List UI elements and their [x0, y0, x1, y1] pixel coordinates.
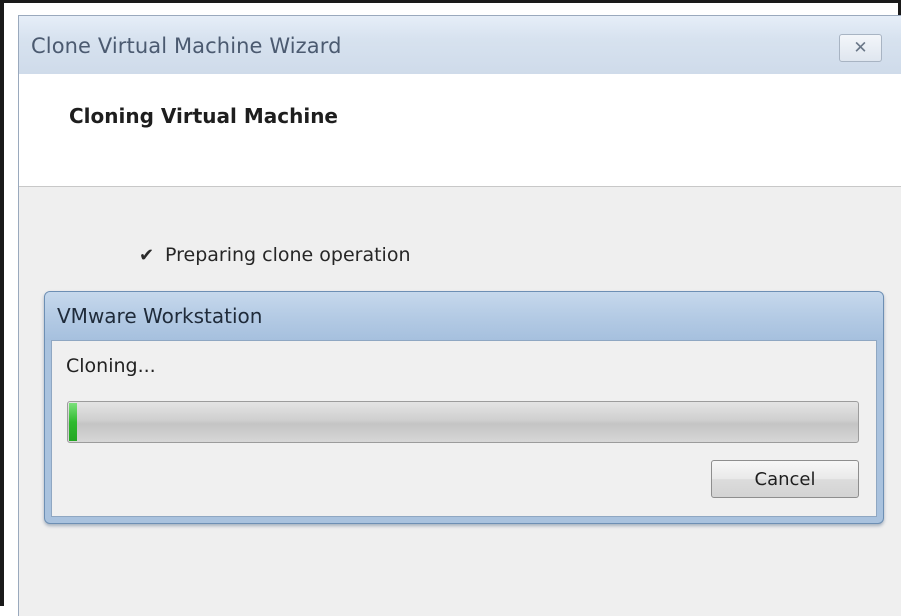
progress-bar	[67, 401, 859, 443]
step-label: Preparing clone operation	[165, 244, 411, 266]
cancel-button[interactable]: Cancel	[711, 460, 859, 498]
page-title: Cloning Virtual Machine	[69, 104, 338, 128]
screenshot-frame: Clone Virtual Machine Wizard ✕ Cloning V…	[0, 0, 901, 616]
progress-dialog: VMware Workstation Cloning... Cancel	[44, 291, 884, 524]
dialog-body: Cloning... Cancel	[51, 340, 877, 517]
dialog-title: VMware Workstation	[57, 304, 263, 328]
close-icon: ✕	[853, 38, 868, 58]
dialog-title-bar[interactable]: VMware Workstation	[45, 292, 883, 340]
step-item: ✔ Preparing clone operation	[139, 244, 411, 266]
checkmark-icon: ✔	[139, 245, 155, 266]
close-button[interactable]: ✕	[839, 34, 882, 62]
wizard-title-bar[interactable]: Clone Virtual Machine Wizard ✕	[19, 16, 901, 75]
status-text: Cloning...	[66, 355, 156, 377]
progress-bar-fill	[69, 403, 77, 441]
wizard-header-panel: Cloning Virtual Machine	[19, 74, 901, 187]
clone-wizard-window: Clone Virtual Machine Wizard ✕ Cloning V…	[18, 15, 901, 616]
wizard-title: Clone Virtual Machine Wizard	[31, 34, 342, 58]
